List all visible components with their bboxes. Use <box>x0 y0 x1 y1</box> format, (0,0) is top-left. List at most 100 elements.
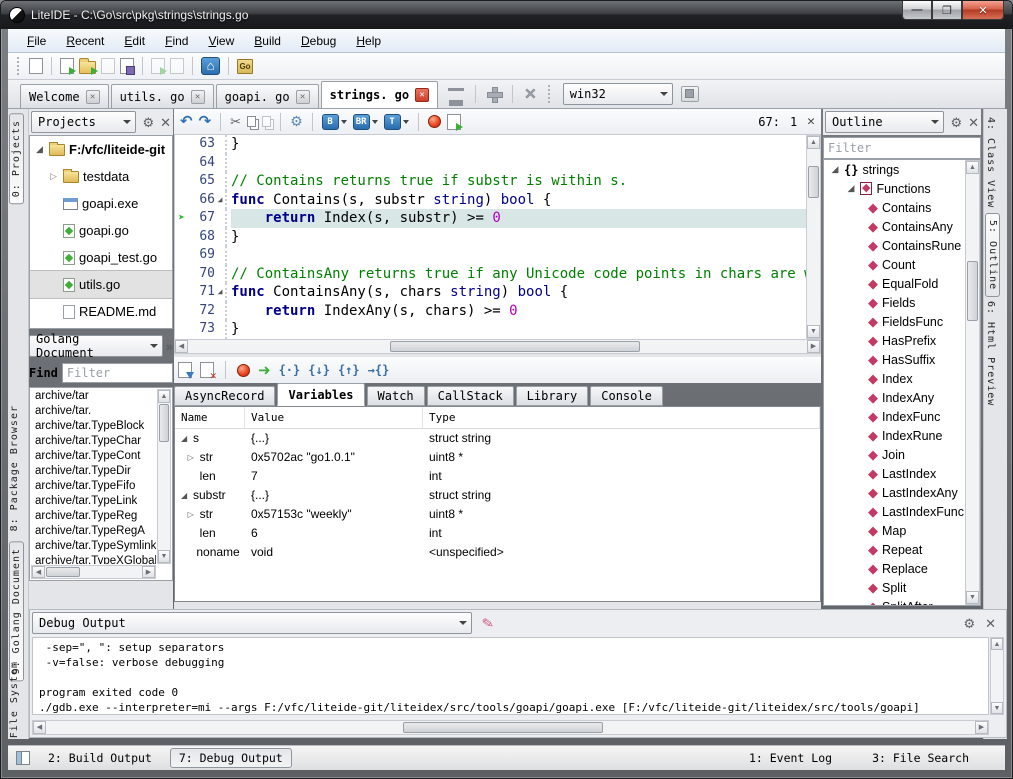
outline-function-item[interactable]: ◆ Split <box>824 578 980 597</box>
gear-icon[interactable]: ⚙ <box>142 116 154 129</box>
event-log-button[interactable]: 1: Event Log <box>741 749 840 767</box>
column-name[interactable]: Name <box>175 407 245 428</box>
sidebar-item-package-browser[interactable]: 8: Package Browser <box>9 405 20 531</box>
code-line[interactable]: 68 } <box>175 228 821 247</box>
fold-marker-icon[interactable] <box>215 246 227 265</box>
menu-item[interactable]: Find <box>156 31 197 51</box>
debug-record-icon[interactable] <box>428 115 441 128</box>
tab-close-icon[interactable]: ✕ <box>296 90 310 104</box>
output-vscrollbar[interactable]: ▲ ▼ <box>990 637 1004 715</box>
outline-function-item[interactable]: ◆ SplitAfter <box>824 597 980 606</box>
outline-function-item[interactable]: ◆ Replace <box>824 559 980 578</box>
sidebar-item-html-preview[interactable]: 6: Html Preview <box>985 301 996 406</box>
code-editor[interactable]: 63 } 64 65 // Contains returns true if s… <box>174 135 821 339</box>
gear-icon[interactable]: ⚙ <box>950 116 962 129</box>
tab-watch[interactable]: Watch <box>367 386 425 406</box>
variable-row[interactable]: ▷str 0x5702ac "go1.0.1" uint8 * <box>175 448 820 467</box>
load-session-icon[interactable] <box>178 362 192 378</box>
fold-marker-icon[interactable] <box>215 228 227 247</box>
tab-variables[interactable]: Variables <box>277 383 364 406</box>
menu-item[interactable]: Debug <box>292 31 345 51</box>
tab-library[interactable]: Library <box>516 386 589 406</box>
tree-item-goapi-exe[interactable]: goapi.exe <box>30 190 172 217</box>
godoc-list-item[interactable]: archive/tar.TypeLink <box>31 494 156 509</box>
godoc-vscrollbar[interactable]: ▲ ▼ <box>157 389 171 564</box>
build-button[interactable]: B <box>322 114 347 130</box>
expander-icon[interactable] <box>184 543 196 562</box>
sidebar-item-class-view[interactable]: 4: Class View <box>985 117 996 208</box>
gear-icon[interactable]: ⚙ <box>963 617 975 630</box>
menu-item[interactable]: Recent <box>57 31 113 51</box>
godoc-list-item[interactable]: archive/tar.TypeXGlobalHeader <box>31 554 156 564</box>
home-icon[interactable]: ⌂ <box>201 57 220 75</box>
code-line[interactable]: 70 // ContainsAny returns true if any Un… <box>175 265 821 284</box>
outline-panel-select[interactable]: Outline <box>825 111 944 133</box>
output-panel-select[interactable]: Debug Output <box>32 612 472 634</box>
expander-icon[interactable] <box>188 524 200 543</box>
variable-row[interactable]: len 7 int <box>175 467 820 486</box>
tree-item-goapi-go[interactable]: goapi.go <box>30 217 172 244</box>
outline-function-item[interactable]: ◆ HasPrefix <box>824 331 980 350</box>
build-run-button[interactable]: BR <box>353 114 378 130</box>
tab-close-icon[interactable]: ✕ <box>86 90 100 104</box>
titlebar[interactable]: LiteIDE - C:\Go\src\pkg\strings\strings.… <box>1 1 1012 29</box>
variable-row[interactable]: len 6 int <box>175 524 820 543</box>
outline-function-item[interactable]: ◆ LastIndexAny <box>824 483 980 502</box>
godoc-list-item[interactable]: archive/tar.TypeRegA <box>31 524 156 539</box>
menu-item[interactable]: View <box>199 31 243 51</box>
expander-icon[interactable]: ▷ <box>188 505 200 524</box>
variable-row[interactable]: ◢substr {...} struct string <box>175 486 820 505</box>
copy-icon[interactable] <box>247 116 256 127</box>
menu-item[interactable]: Help <box>347 31 390 51</box>
find-filter-input[interactable] <box>62 363 173 383</box>
fold-marker-icon[interactable]: ◢ <box>215 191 227 210</box>
new-file-icon[interactable] <box>29 58 43 74</box>
outline-function-item[interactable]: ◆ IndexFunc <box>824 407 980 426</box>
cut-icon[interactable]: ✂ <box>230 114 241 130</box>
golang-document-select[interactable]: Golang Document <box>29 335 163 357</box>
close-editor-icon[interactable]: ✕ <box>807 114 815 129</box>
code-line[interactable]: 66 ◢ func Contains(s, substr string) boo… <box>175 191 821 210</box>
outline-filter-input[interactable] <box>823 137 981 159</box>
column-value[interactable]: Value <box>245 407 423 428</box>
godoc-list-item[interactable]: archive/tar.TypeCont <box>31 449 156 464</box>
editor-hscrollbar[interactable]: ◀ ▶ <box>174 339 821 354</box>
code-line[interactable]: 71 ◢ func ContainsAny(s, chars string) b… <box>175 283 821 302</box>
sidebar-item-file-system[interactable]: File System <box>9 661 20 738</box>
tab-asyncrecord[interactable]: AsyncRecord <box>174 386 275 406</box>
outline-function-item[interactable]: ◆ LastIndexFunc <box>824 502 980 521</box>
code-line[interactable]: 69 <box>175 246 821 265</box>
fold-marker-icon[interactable] <box>215 265 227 284</box>
godoc-list-item[interactable]: archive/tar.TypeSymlink <box>31 539 156 554</box>
more-button[interactable]: » <box>166 340 173 353</box>
outline-function-item[interactable]: ◆ EqualFold <box>824 274 980 293</box>
test-button[interactable]: T <box>384 114 409 130</box>
godoc-list-item[interactable]: archive/tar. <box>31 404 156 419</box>
column-type[interactable]: Type <box>423 407 820 428</box>
golang-env-icon[interactable]: Go <box>237 59 253 74</box>
variable-row[interactable]: ▷str 0x57153c "weekly" uint8 * <box>175 505 820 524</box>
build-output-button[interactable]: 2: Build Output <box>40 749 160 767</box>
save-all-icon[interactable] <box>120 58 134 74</box>
outline-function-item[interactable]: ◆ ContainsRune <box>824 236 980 255</box>
debug-output-button[interactable]: 7: Debug Output <box>170 748 292 768</box>
godoc-list-item[interactable]: archive/tar.TypeReg <box>31 509 156 524</box>
godoc-hscrollbar[interactable]: ◀ ▶ <box>31 565 156 579</box>
outline-vscrollbar[interactable]: ▲ ▼ <box>965 160 980 605</box>
fold-marker-icon[interactable] <box>215 320 227 339</box>
close-tab-icon[interactable]: ✕ <box>524 85 537 103</box>
tab-callstack[interactable]: CallStack <box>427 386 514 406</box>
sidebar-item-outline[interactable]: 5: Outline <box>985 213 1000 297</box>
stop-session-icon[interactable] <box>200 362 214 378</box>
code-line[interactable]: 72 return IndexAny(s, chars) >= 0 <box>175 302 821 321</box>
open-folder-icon[interactable] <box>79 61 96 74</box>
tree-item-root-folder[interactable]: ◢ F:/vfc/liteide-git <box>30 136 172 163</box>
file-search-button[interactable]: 3: File Search <box>864 749 977 767</box>
redo-icon[interactable]: ↷ <box>199 114 212 129</box>
continue-icon[interactable]: ➜ <box>258 361 271 379</box>
variable-row[interactable]: noname void <unspecified> <box>175 543 820 562</box>
stop-debug-icon[interactable] <box>237 364 250 377</box>
menu-item[interactable]: Build <box>245 31 290 51</box>
tab-close-icon[interactable]: ✕ <box>415 88 429 102</box>
build-target-select[interactable]: win32 <box>563 83 673 105</box>
